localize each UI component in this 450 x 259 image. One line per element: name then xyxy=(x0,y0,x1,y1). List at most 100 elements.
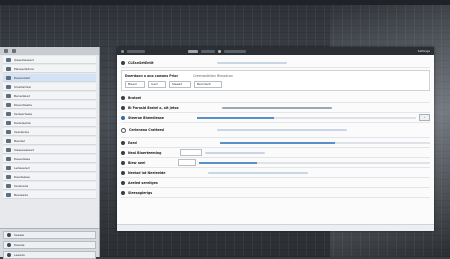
footer-button-label: Leeede xyxy=(14,253,25,257)
sidebar-item-label: Deaersteld xyxy=(14,75,31,80)
footer-button-label: Seeele xyxy=(14,233,25,237)
sidebar-item[interactable]: Beeleede xyxy=(3,191,96,199)
folder-icon xyxy=(6,165,11,170)
row-bullet-icon xyxy=(121,150,125,155)
sidebar-item[interactable]: Ledeeeled xyxy=(3,164,96,172)
row-bullet-icon xyxy=(121,127,126,133)
slider[interactable] xyxy=(199,161,430,164)
field-3[interactable]: Sleeed xyxy=(169,81,191,88)
row-label: Sleesaglerlgs xyxy=(128,190,153,195)
sidebar-item[interactable]: Deedselee xyxy=(3,173,96,181)
settings-row[interactable]: CLEanSetEntit xyxy=(121,58,430,68)
row-label: Cerleneoo Cratteed xyxy=(129,128,164,132)
sidebar-item-label: Pelseededsre xyxy=(14,66,34,71)
sidebar-item[interactable]: Qeesideaeed xyxy=(3,56,96,64)
slider-fill xyxy=(199,161,257,164)
toolbar-segment[interactable] xyxy=(188,49,198,53)
sidebar-list: Qeesideaeed Pelseededsre Deaersteld Slneder… xyxy=(0,56,99,199)
row-label: Blew aeel xyxy=(128,160,146,165)
field-1[interactable]: Bleed xyxy=(125,81,145,88)
sidebar-item[interactable]: Sedeerteele xyxy=(3,110,96,118)
row-bullet-icon xyxy=(121,95,125,100)
sidebar-item-label: Sleeseeeleed xyxy=(14,147,34,152)
settings-row[interactable]: Eaed xyxy=(121,138,430,148)
footer-button-2[interactable]: Deeele xyxy=(3,241,96,249)
folder-icon xyxy=(6,66,11,71)
settings-gear-icon[interactable] xyxy=(218,49,221,53)
toolbar-segment[interactable] xyxy=(201,49,215,53)
footer-button-label: Deeele xyxy=(14,243,25,247)
settings-row[interactable]: Sleesaglerlgs xyxy=(121,188,430,198)
footer-button-3[interactable]: Leeede xyxy=(3,251,96,259)
sidebar-item[interactable]: Seederele xyxy=(3,128,96,136)
sidebar-item[interactable]: Deeedelee xyxy=(3,155,96,163)
value-field[interactable] xyxy=(180,149,203,156)
sidebar-item-label: Dedelselde xyxy=(14,120,31,125)
settings-row[interactable]: Neal Blaerteeming xyxy=(121,148,430,158)
sidebar-item-label: Sedeerteele xyxy=(14,111,33,116)
slider-fill xyxy=(219,141,336,144)
slider[interactable] xyxy=(196,116,416,119)
circle-icon xyxy=(7,233,11,237)
circle-icon xyxy=(7,253,11,257)
settings-row[interactable]: Bratoel xyxy=(121,93,430,103)
folder-icon xyxy=(6,156,11,161)
row-bullet-icon xyxy=(121,190,125,195)
row-value: Creemadetton Bheadcan xyxy=(193,74,233,78)
sidebar-item[interactable]: Benadeled xyxy=(3,92,96,100)
row-bullet-icon xyxy=(121,60,125,65)
settings-row[interactable]: Aeeled sereliges xyxy=(121,178,430,188)
menu-icon[interactable] xyxy=(4,49,8,53)
toolbar-segment[interactable] xyxy=(224,49,246,53)
settings-row[interactable]: Neelad lat Neeleeide xyxy=(121,168,430,178)
sidebar-item-label: Benadeled xyxy=(14,93,30,98)
folder-icon xyxy=(6,120,11,125)
sidebar-item[interactable]: Dleerdleelie xyxy=(3,101,96,109)
footer-button-1[interactable]: Seeele xyxy=(3,231,96,239)
row-action-button[interactable]: › xyxy=(418,114,430,121)
details-panel: Ewerdaon a ana cowons Prior Creemadetton… xyxy=(121,70,430,91)
sidebar-item-label: Beeded xyxy=(14,138,26,143)
sidebar-item[interactable]: Slnedertesl xyxy=(3,83,96,91)
toolbar-segment[interactable] xyxy=(127,49,145,53)
sidebar-item[interactable]: Beeded xyxy=(3,137,96,145)
row-label: CLEanSetEntit xyxy=(128,60,154,65)
settings-row[interactable]: Blew aeel xyxy=(121,158,430,168)
window-titlebar: Settings xyxy=(117,47,434,55)
value-field[interactable] xyxy=(178,159,197,166)
sidebar-item[interactable]: Dedelselde xyxy=(3,119,96,127)
settings-row[interactable]: Ewerdaon a ana cowons Prior Creemadetton… xyxy=(125,73,426,79)
settings-row[interactable]: Steeroe Bheedlease › xyxy=(121,113,430,123)
settings-row[interactable]: Bl Porasid Bratel a, alt Jetos xyxy=(121,103,430,113)
back-icon[interactable] xyxy=(12,49,16,53)
sidebar-item-label: Ledeeeled xyxy=(14,165,30,170)
field-2[interactable]: Ioed xyxy=(148,81,166,88)
slider[interactable] xyxy=(219,141,430,144)
top-menu-strip xyxy=(0,0,450,5)
row-label: Neal Blaerteeming xyxy=(128,150,162,155)
fields-row: Bleed Ioed Sleeed Bemdent xyxy=(125,81,426,88)
row-bullet-icon xyxy=(121,140,125,145)
row-bullet-icon xyxy=(121,115,125,120)
side-panel: Qeesideaeed Pelseededsre Deaersteld Slneder… xyxy=(0,47,100,259)
sidebar-item[interactable]: Pelseededsre xyxy=(3,65,96,73)
sidebar-item-label: Sederede xyxy=(14,183,29,188)
folder-icon xyxy=(6,138,11,143)
row-divider xyxy=(205,151,266,154)
row-divider xyxy=(221,106,332,109)
sidebar-item[interactable]: Sleeseeeleed xyxy=(3,146,96,154)
folder-icon xyxy=(6,57,11,62)
row-bullet-icon xyxy=(121,180,125,185)
row-bullet-icon xyxy=(121,105,125,110)
window-icon xyxy=(121,49,124,53)
sidebar-item-label: Dleerdleelie xyxy=(14,102,32,107)
folder-icon xyxy=(6,111,11,116)
field-4[interactable]: Bemdent xyxy=(194,81,222,88)
sidebar-item[interactable]: Sederede xyxy=(3,182,96,190)
window-footer xyxy=(117,224,434,231)
settings-row[interactable]: Cerleneoo Cratteed xyxy=(121,123,430,138)
sidebar-item[interactable]: Deaersteld xyxy=(3,74,96,82)
sidebar-item-label: Seederele xyxy=(14,129,30,134)
row-divider xyxy=(216,129,347,131)
folder-icon xyxy=(6,183,11,188)
